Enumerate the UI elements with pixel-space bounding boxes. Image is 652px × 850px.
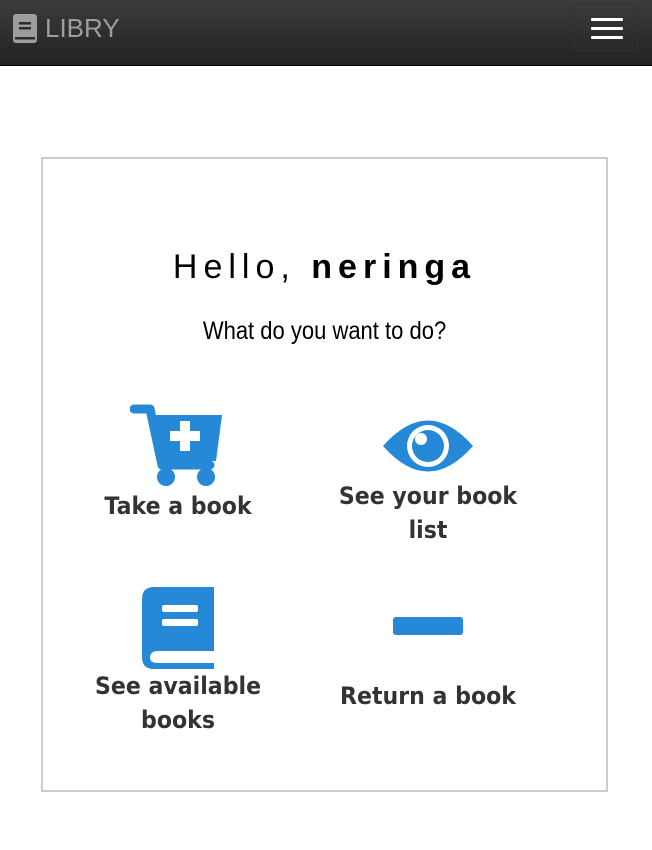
book-list-button[interactable]: See your book list: [313, 413, 543, 547]
question-text: What do you want to do?: [202, 317, 447, 345]
brand-link[interactable]: LIBRY: [13, 13, 120, 43]
eye-icon: [383, 420, 473, 472]
greeting-prefix: Hello,: [172, 248, 312, 286]
book-icon: [142, 587, 214, 669]
take-book-label: Take a book: [104, 492, 252, 520]
return-book-button[interactable]: Return a book: [323, 615, 533, 713]
book-icon: [13, 13, 37, 43]
book-list-label: See your book list: [338, 482, 518, 544]
minus-icon: [393, 617, 463, 635]
navbar: LIBRY: [0, 0, 652, 66]
username: neringa: [311, 248, 477, 286]
dashboard-card: Hello, neringa What do you want to do? T…: [41, 157, 608, 792]
cart-plus-icon: [130, 404, 222, 486]
greeting-heading: Hello, neringa: [43, 245, 606, 289]
available-books-label: See available books: [94, 672, 262, 734]
brand-name: LIBRY: [45, 13, 120, 43]
take-book-button[interactable]: Take a book: [83, 403, 273, 523]
available-books-button[interactable]: See available books: [83, 587, 273, 737]
hamburger-menu-button[interactable]: [574, 3, 638, 51]
return-book-label: Return a book: [340, 682, 516, 710]
